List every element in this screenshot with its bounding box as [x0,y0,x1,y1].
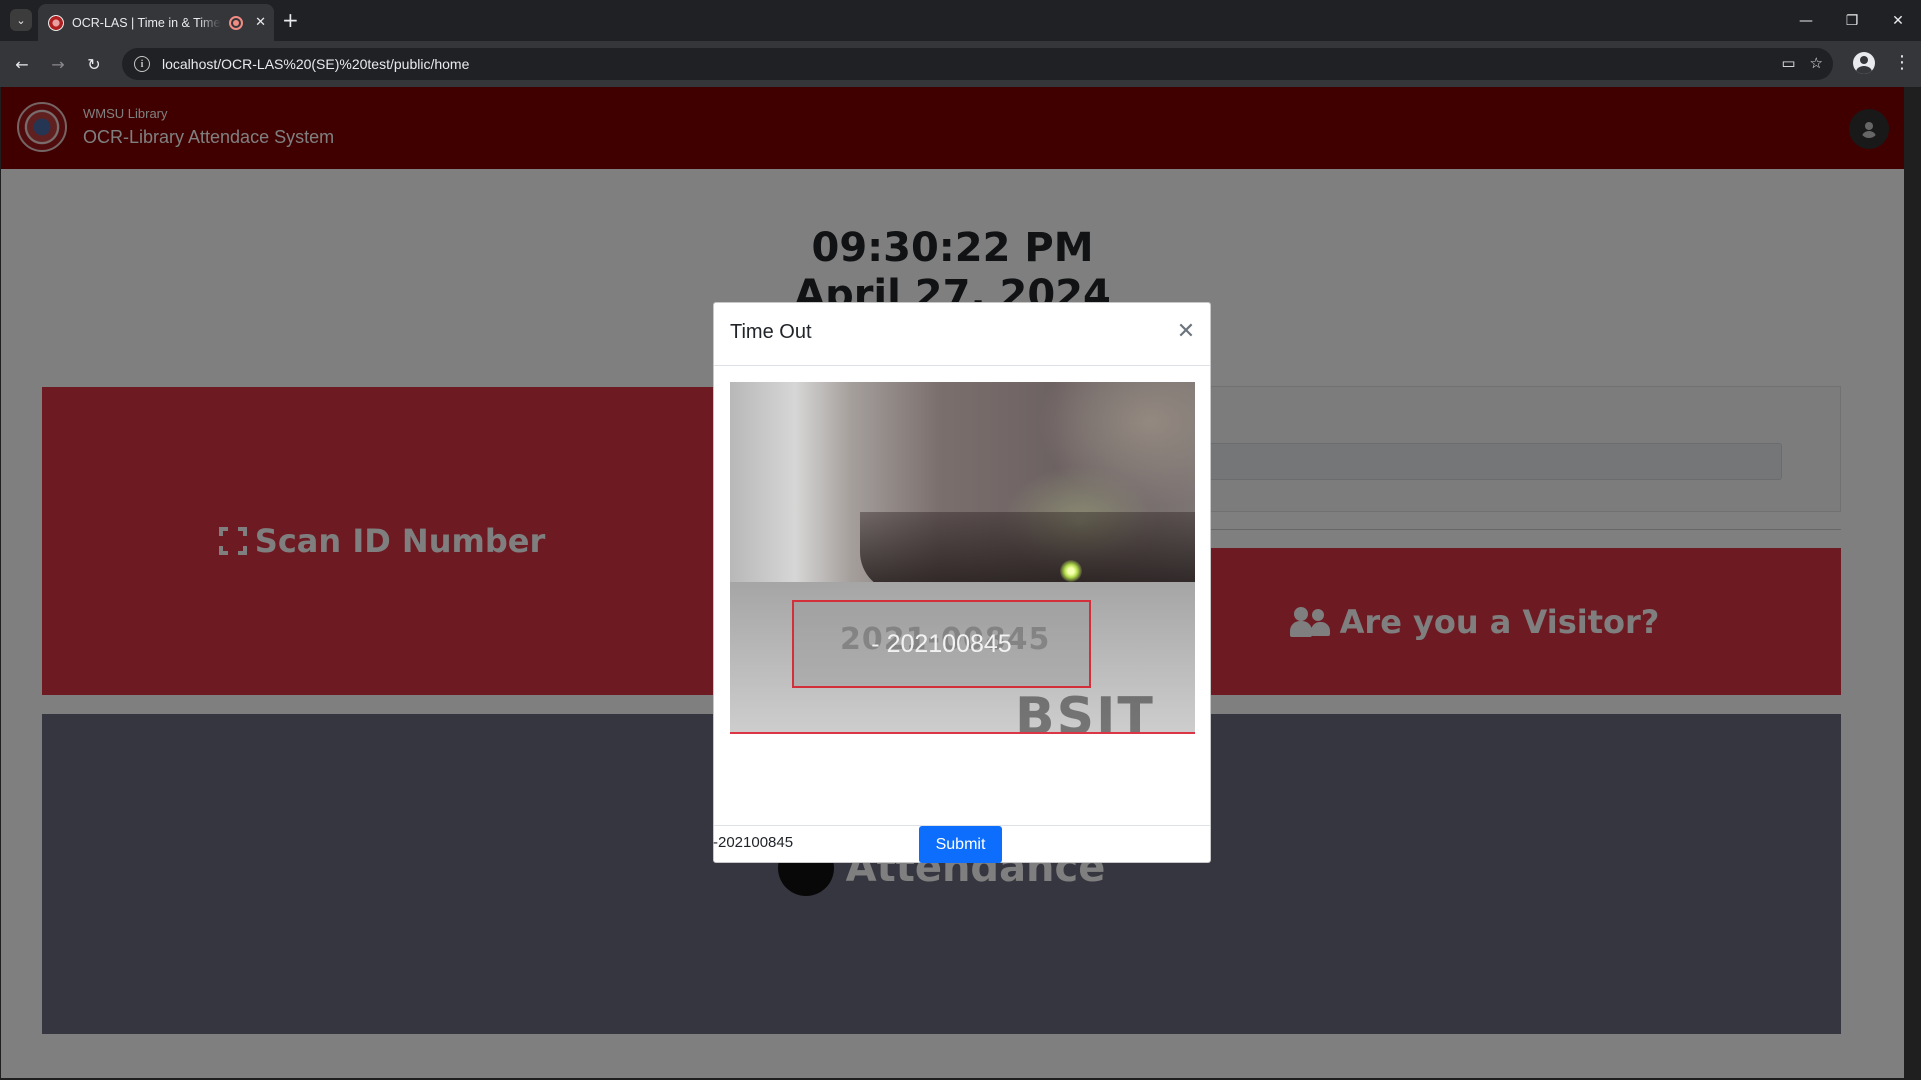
info-icon[interactable]: i [134,56,150,72]
new-tab-plus-icon[interactable]: + [282,8,299,32]
page: WMSU Library OCR-Library Attendace Syste… [1,87,1904,1078]
browser-toolbar: ← → ↻ i localhost/OCR-LAS%20(SE)%20test/… [0,41,1921,87]
camera-feed: 2021-00845 BSIT - 202100845 [730,382,1195,734]
camera-blurred-course: BSIT [1015,687,1155,734]
favicon-icon [48,14,64,31]
address-bar[interactable]: i localhost/OCR-LAS%20(SE)%20test/public… [122,48,1833,80]
tab-close-icon[interactable]: ✕ [255,15,266,30]
record-icon [229,15,244,30]
minimize-icon[interactable]: — [1783,0,1829,41]
close-window-icon[interactable]: ✕ [1875,0,1921,41]
omnibox-actions: ▭ ☆ [1781,54,1823,72]
kebab-icon[interactable]: ⋮ [1893,52,1911,74]
browser-titlebar: ⌄ OCR-LAS | Time in & Time out ✕ + — ❐ ✕ [0,0,1921,41]
submit-button[interactable]: Submit [919,826,1002,863]
toolbar-right: ⋮ [1853,52,1911,74]
camera-shadow [860,512,1195,592]
id-number-field[interactable] [713,834,873,851]
tab-search-chevron-down-icon[interactable]: ⌄ [10,9,32,31]
reload-icon[interactable]: ↻ [82,52,106,76]
url-text[interactable]: localhost/OCR-LAS%20(SE)%20test/public/h… [162,56,469,72]
tab-title: OCR-LAS | Time in & Time out [72,15,221,30]
forward-icon[interactable]: → [46,52,70,76]
profile-icon[interactable] [1853,52,1875,74]
close-icon[interactable]: ✕ [1174,320,1198,344]
restore-icon[interactable]: ❐ [1829,0,1875,41]
modal-title: Time Out [730,321,812,343]
modal-header: Time Out ✕ [714,303,1210,366]
browser-tab[interactable]: OCR-LAS | Time in & Time out ✕ [38,4,274,41]
window-controls: — ❐ ✕ [1783,0,1921,41]
back-icon[interactable]: ← [10,52,34,76]
time-out-modal: Time Out ✕ 2021-00845 BSIT - 202100845 S… [713,302,1211,863]
star-icon[interactable]: ☆ [1810,54,1823,72]
camera-light [1060,560,1082,582]
modal-footer: Submit [713,825,1210,863]
camera-icon[interactable]: ▭ [1781,54,1795,72]
ocr-detected-text: - 202100845 [871,629,1012,658]
ocr-detection-box: - 202100845 [792,600,1091,688]
